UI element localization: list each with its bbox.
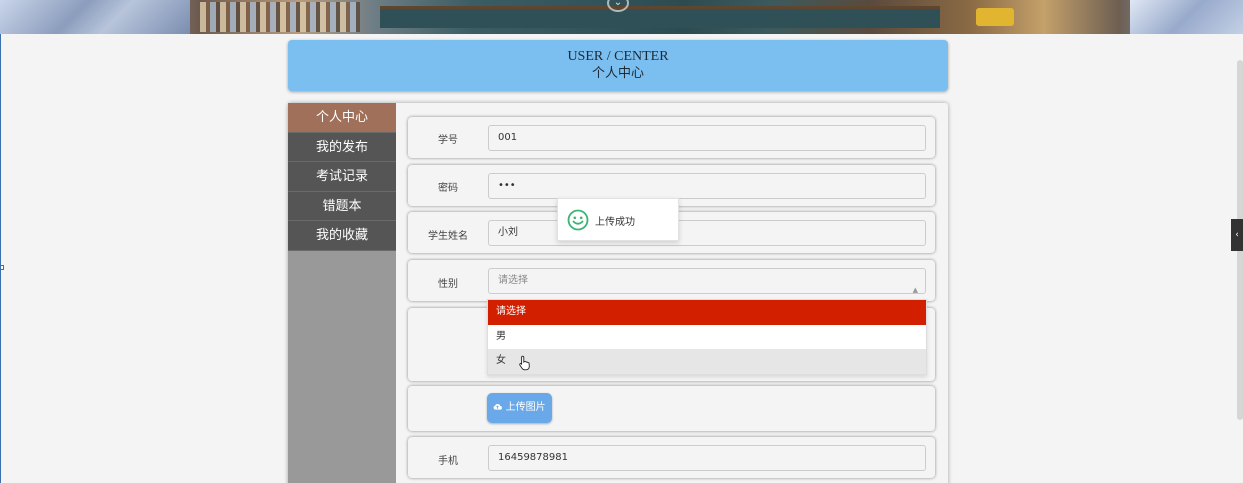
password-label: 密码: [438, 183, 458, 194]
student-id-input[interactable]: 001: [488, 125, 926, 151]
page-title-card: USER / CENTER 个人中心: [288, 40, 948, 91]
student-name-input[interactable]: 小刘: [488, 220, 926, 246]
smile-icon: [567, 209, 589, 231]
chevron-left-icon: ‹: [1235, 230, 1239, 240]
upload-image-label: 上传图片: [505, 402, 546, 413]
form-row-phone: 手机 16459878981: [408, 437, 935, 478]
upload-success-toast: 上传成功: [557, 198, 679, 241]
sidebar-item-my-posts[interactable]: 我的发布: [288, 132, 396, 162]
phone-input[interactable]: 16459878981: [488, 445, 926, 471]
sidebar-item-exam-records[interactable]: 考试记录: [288, 162, 396, 192]
toast-message: 上传成功: [595, 217, 635, 228]
page-title-zh: 个人中心: [591, 66, 644, 81]
resize-handle[interactable]: [0, 265, 4, 270]
student-name-label: 学生姓名: [428, 231, 468, 242]
gender-label: 性别: [438, 279, 458, 290]
side-panel-toggle[interactable]: ‹: [1231, 219, 1243, 251]
gender-select-value: 请选择: [498, 275, 528, 286]
page-title-en: USER / CENTER: [567, 49, 669, 64]
cloud-upload-icon: [493, 404, 503, 410]
gender-option-placeholder[interactable]: 请选择: [488, 300, 926, 325]
header-banner-image: ⌄: [0, 0, 1243, 34]
gender-option-male[interactable]: 男: [488, 325, 926, 350]
hand-pointer-cursor-icon: [519, 355, 530, 371]
sidebar-item-favorites[interactable]: 我的收藏: [288, 221, 396, 251]
window-left-border: [0, 0, 1, 483]
gender-select[interactable]: 请选择 ▲: [488, 268, 926, 294]
sidebar: 个人中心 我的发布 考试记录 错题本 我的收藏: [288, 103, 396, 483]
form-row-gender: 性别 请选择 ▲: [408, 260, 935, 301]
upload-image-button[interactable]: 上传图片: [487, 393, 552, 423]
sidebar-item-personal-center[interactable]: 个人中心: [288, 103, 396, 133]
gender-option-female[interactable]: 女: [488, 349, 926, 374]
form-row-student-id: 学号 001: [408, 117, 935, 158]
phone-label: 手机: [438, 456, 458, 467]
password-input[interactable]: •••: [488, 173, 926, 199]
sidebar-item-wrong-questions[interactable]: 错题本: [288, 191, 396, 221]
student-id-label: 学号: [438, 135, 458, 146]
gender-dropdown-list: 请选择 男 女: [487, 299, 927, 375]
